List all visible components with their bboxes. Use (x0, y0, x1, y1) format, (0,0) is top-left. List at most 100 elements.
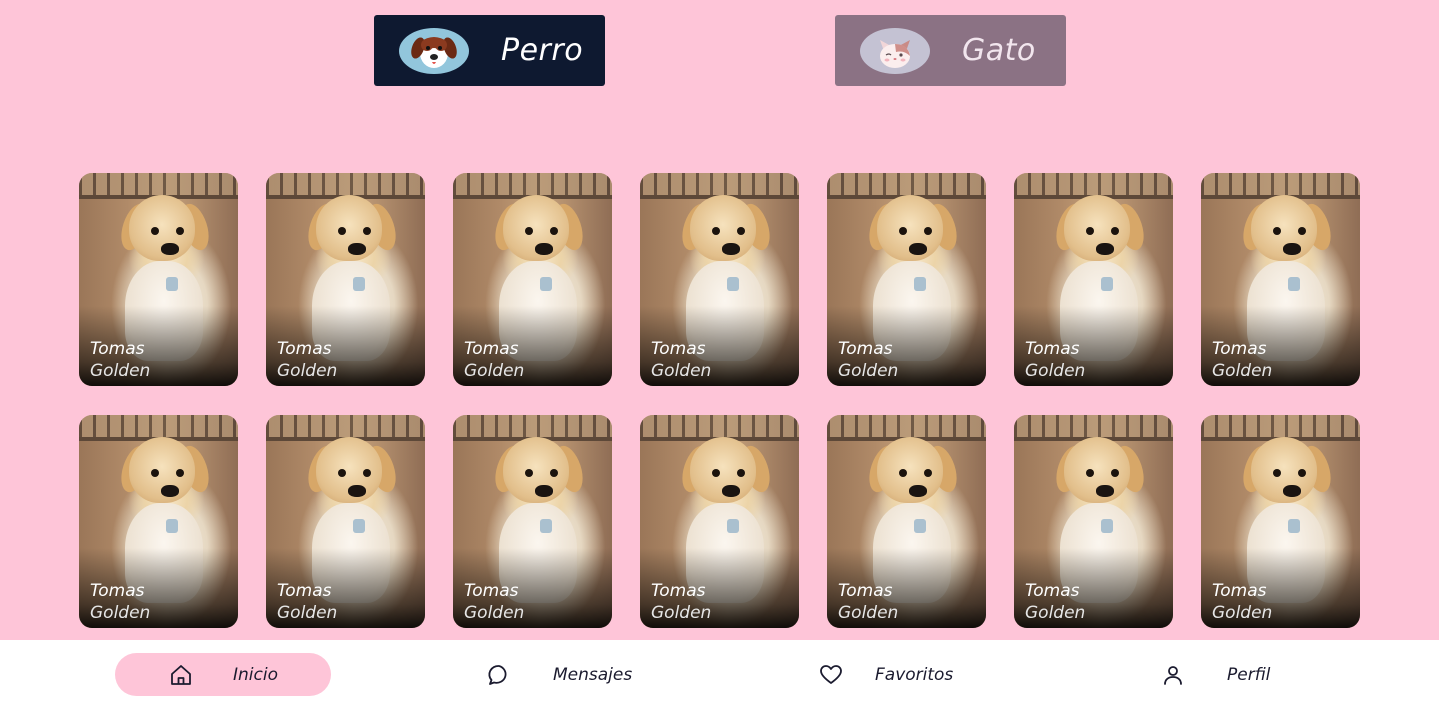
nav-item-inicio[interactable]: Inicio (115, 653, 331, 696)
pet-name: Tomas (464, 339, 519, 359)
pet-card[interactable]: Tomas Golden (453, 415, 612, 628)
pet-photo (909, 485, 927, 497)
pet-photo-background (1201, 415, 1360, 437)
nav-item-perfil[interactable]: Perfil (1161, 653, 1270, 696)
pet-card[interactable]: Tomas Golden (1201, 173, 1360, 386)
pet-photo-background (1201, 173, 1360, 195)
pet-name: Tomas (651, 581, 706, 601)
pet-card[interactable]: Tomas Golden (1014, 415, 1173, 628)
pet-photo-background (453, 415, 612, 437)
heart-icon (820, 664, 842, 684)
pet-photo (363, 469, 371, 477)
pet-photo (1273, 227, 1281, 235)
pet-photo (722, 485, 740, 497)
nav-label: Favoritos (875, 664, 954, 685)
category-button-gato[interactable]: Gato (835, 15, 1066, 86)
pet-photo (914, 277, 926, 291)
pet-photo-background (1014, 415, 1173, 437)
category-button-perro[interactable]: Perro (374, 15, 605, 86)
pet-photo (722, 243, 740, 255)
category-label: Perro (501, 33, 584, 68)
pet-name: Tomas (277, 581, 332, 601)
pet-photo (924, 227, 932, 235)
pet-name: Tomas (838, 339, 893, 359)
pet-breed: Golden (838, 361, 899, 381)
pet-card[interactable]: Tomas Golden (827, 415, 986, 628)
pet-photo (1283, 485, 1301, 497)
pet-breed: Golden (651, 603, 712, 623)
pet-photo (151, 469, 159, 477)
category-label: Gato (962, 33, 1036, 68)
pet-photo (176, 227, 184, 235)
nav-label: Perfil (1227, 664, 1271, 685)
pet-photo (1101, 519, 1113, 533)
nav-item-favoritos[interactable]: Favoritos (819, 653, 953, 696)
pet-photo-background (453, 173, 612, 195)
pet-photo (1288, 519, 1300, 533)
pet-photo (525, 469, 533, 477)
pet-photo (1111, 469, 1119, 477)
pet-card[interactable]: Tomas Golden (79, 173, 238, 386)
pet-photo (166, 519, 178, 533)
bottom-nav: Inicio Mensajes Favoritos Perfil (0, 640, 1439, 708)
pet-card[interactable]: Tomas Golden (266, 173, 425, 386)
pet-photo (727, 519, 739, 533)
pet-photo (535, 243, 553, 255)
pet-photo-background (266, 415, 425, 437)
pet-photo-background (640, 173, 799, 195)
pet-card[interactable]: Tomas Golden (640, 173, 799, 386)
pet-breed: Golden (1212, 603, 1273, 623)
pet-photo (348, 243, 366, 255)
pet-photo (540, 277, 552, 291)
pet-grid: Tomas Golden Tomas Golden Tomas Golden Tomas Go… (79, 173, 1360, 628)
pet-breed: Golden (90, 361, 151, 381)
pet-name: Tomas (90, 339, 145, 359)
pet-photo-background (79, 415, 238, 437)
pet-photo (899, 469, 907, 477)
pet-photo (1096, 243, 1114, 255)
pet-photo (353, 519, 365, 533)
pet-name: Tomas (90, 581, 145, 601)
pet-breed: Golden (277, 361, 338, 381)
pet-photo (712, 469, 720, 477)
pet-name: Tomas (464, 581, 519, 601)
home-icon (171, 664, 191, 685)
nav-item-mensajes[interactable]: Mensajes (487, 653, 632, 696)
pet-photo (914, 519, 926, 533)
pet-photo (525, 227, 533, 235)
nav-label: Mensajes (553, 664, 633, 685)
pet-photo (161, 485, 179, 497)
pet-photo (363, 227, 371, 235)
pet-photo (348, 485, 366, 497)
pet-card[interactable]: Tomas Golden (79, 415, 238, 628)
pet-photo (1096, 485, 1114, 497)
pet-photo (1288, 277, 1300, 291)
pet-card[interactable]: Tomas Golden (1014, 173, 1173, 386)
pet-photo (909, 243, 927, 255)
pet-photo (1086, 469, 1094, 477)
pet-card[interactable]: Tomas Golden (640, 415, 799, 628)
pet-photo (899, 227, 907, 235)
pet-name: Tomas (838, 581, 893, 601)
pet-breed: Golden (838, 603, 899, 623)
pet-card[interactable]: Tomas Golden (1201, 415, 1360, 628)
pet-photo (712, 227, 720, 235)
nav-label: Inicio (233, 664, 278, 685)
pet-photo (737, 469, 745, 477)
pet-photo (1298, 227, 1306, 235)
pet-name: Tomas (651, 339, 706, 359)
app-screen: Perro Gato Tomas Golden Tomas Golden Tomas Go… (0, 0, 1439, 708)
dog-face-icon (399, 27, 469, 74)
pet-photo (1101, 277, 1113, 291)
pet-photo-background (79, 173, 238, 195)
pet-photo-background (640, 415, 799, 437)
pet-photo (1283, 243, 1301, 255)
pet-name: Tomas (1212, 339, 1267, 359)
pet-photo (1111, 227, 1119, 235)
pet-breed: Golden (90, 603, 151, 623)
pet-card[interactable]: Tomas Golden (266, 415, 425, 628)
pet-breed: Golden (277, 603, 338, 623)
pet-card[interactable]: Tomas Golden (453, 173, 612, 386)
pet-photo (353, 277, 365, 291)
pet-card[interactable]: Tomas Golden (827, 173, 986, 386)
